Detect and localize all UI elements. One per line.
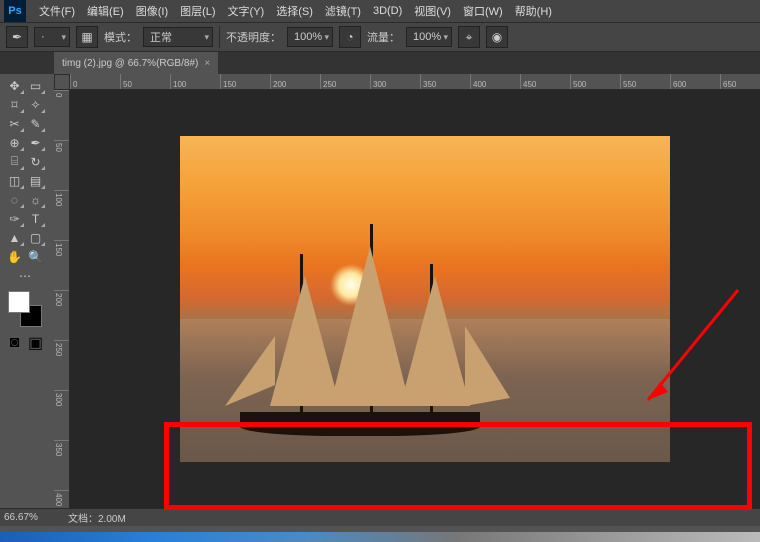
ruler-tick: 450 xyxy=(520,74,570,90)
status-bar: 66.67% 文档：2.00M xyxy=(0,508,760,526)
tool-preset-icon[interactable]: ✒ xyxy=(6,26,28,48)
menu-select[interactable]: 选择(S) xyxy=(271,1,318,21)
doc-info[interactable]: 文档：2.00M xyxy=(62,510,126,525)
marquee-tool[interactable]: ▭ xyxy=(25,76,46,95)
ruler-tick: 500 xyxy=(570,74,620,90)
tab-title: timg (2).jpg @ 66.7%(RGB/8#) xyxy=(62,58,198,69)
menu-image[interactable]: 图像(I) xyxy=(131,1,173,21)
ruler-tick: 550 xyxy=(620,74,670,90)
ruler-tick: 150 xyxy=(54,240,69,290)
hand-tool[interactable]: ✋ xyxy=(4,247,25,266)
menu-3d[interactable]: 3D(D) xyxy=(368,3,407,19)
blur-tool[interactable]: ◌ xyxy=(4,190,25,209)
menu-window[interactable]: 窗口(W) xyxy=(458,1,508,21)
brush-tool[interactable]: ✒ xyxy=(25,133,46,152)
close-tab-icon[interactable]: × xyxy=(204,58,210,69)
canvas-area: 0501001502002503003504004505005506006507… xyxy=(54,74,760,522)
quick-mask-icon[interactable]: ◙ xyxy=(4,333,25,352)
ruler-tick: 50 xyxy=(120,74,170,90)
lasso-tool[interactable]: ⌑ xyxy=(4,95,25,114)
brush-panel-icon[interactable]: ▦ xyxy=(76,26,98,48)
ruler-tick: 250 xyxy=(54,340,69,390)
pressure-size-icon[interactable]: ◉ xyxy=(486,26,508,48)
pressure-opacity-icon[interactable]: ◔ xyxy=(339,26,361,48)
opacity-label: 不透明度： xyxy=(226,29,281,45)
menu-file[interactable]: 文件(F) xyxy=(34,1,80,21)
color-swatches[interactable] xyxy=(6,289,44,329)
ruler-horizontal[interactable]: 0501001502002503003504004505005506006507… xyxy=(70,74,760,90)
ruler-tick: 300 xyxy=(370,74,420,90)
ruler-tick: 100 xyxy=(170,74,220,90)
menu-layer[interactable]: 图层(L) xyxy=(175,1,220,21)
eyedropper-tool[interactable]: ✎ xyxy=(25,114,46,133)
ruler-origin[interactable] xyxy=(54,74,70,90)
path-select-tool[interactable]: ▲ xyxy=(4,228,25,247)
mode-label: 模式： xyxy=(104,29,137,45)
ruler-tick: 400 xyxy=(470,74,520,90)
zoom-tool[interactable]: 🔍 xyxy=(25,247,46,266)
ruler-tick: 150 xyxy=(220,74,270,90)
move-tool[interactable]: ✥ xyxy=(4,76,25,95)
ruler-tick: 50 xyxy=(54,140,69,190)
separator xyxy=(219,26,220,48)
ruler-tick: 0 xyxy=(70,74,120,90)
menu-edit[interactable]: 编辑(E) xyxy=(82,1,129,21)
ruler-tick: 200 xyxy=(54,290,69,340)
dodge-tool[interactable]: ☼ xyxy=(25,190,46,209)
tools-panel: ✥ ▭ ⌑ ✧ ✂ ✎ ⊕ ✒ ⌸ ↻ ◫ ▤ ◌ ☼ ✑ T ▲ ▢ ✋ 🔍 … xyxy=(2,74,48,354)
crop-tool[interactable]: ✂ xyxy=(4,114,25,133)
menu-type[interactable]: 文字(Y) xyxy=(223,1,270,21)
ruler-tick: 200 xyxy=(270,74,320,90)
flow-dropdown[interactable]: 100% xyxy=(406,27,452,47)
ruler-tick: 350 xyxy=(420,74,470,90)
menu-filter[interactable]: 滤镜(T) xyxy=(320,1,366,21)
foreground-color[interactable] xyxy=(8,291,30,313)
brush-preset-picker[interactable]: · xyxy=(34,27,70,47)
image-content xyxy=(220,216,620,436)
edit-toolbar-icon[interactable]: ⋯ xyxy=(4,266,46,285)
gradient-tool[interactable]: ▤ xyxy=(25,171,46,190)
pen-tool[interactable]: ✑ xyxy=(4,209,25,228)
document-canvas[interactable] xyxy=(180,136,670,462)
eraser-tool[interactable]: ◫ xyxy=(4,171,25,190)
ruler-tick: 250 xyxy=(320,74,370,90)
mode-dropdown[interactable]: 正常 xyxy=(143,27,213,47)
flow-label: 流量： xyxy=(367,29,400,45)
wand-tool[interactable]: ✧ xyxy=(25,95,46,114)
document-tab-bar: timg (2).jpg @ 66.7%(RGB/8#) × xyxy=(0,52,760,74)
ruler-tick: 350 xyxy=(54,440,69,490)
stamp-tool[interactable]: ⌸ xyxy=(4,152,25,171)
menu-help[interactable]: 帮助(H) xyxy=(510,1,557,21)
heal-tool[interactable]: ⊕ xyxy=(4,133,25,152)
app-logo: Ps xyxy=(4,0,26,22)
os-taskbar[interactable] xyxy=(0,532,760,542)
opacity-dropdown[interactable]: 100% xyxy=(287,27,333,47)
ruler-tick: 650 xyxy=(720,74,760,90)
menu-bar: Ps 文件(F) 编辑(E) 图像(I) 图层(L) 文字(Y) 选择(S) 滤… xyxy=(0,0,760,22)
ruler-vertical[interactable]: 050100150200250300350400450500550600 xyxy=(54,90,70,522)
screen-mode-icon[interactable]: ▣ xyxy=(25,333,46,352)
document-tab[interactable]: timg (2).jpg @ 66.7%(RGB/8#) × xyxy=(54,52,218,74)
ruler-tick: 600 xyxy=(670,74,720,90)
ruler-tick: 100 xyxy=(54,190,69,240)
shape-tool[interactable]: ▢ xyxy=(25,228,46,247)
history-brush-tool[interactable]: ↻ xyxy=(25,152,46,171)
ruler-tick: 300 xyxy=(54,390,69,440)
ruler-tick: 0 xyxy=(54,90,69,140)
type-tool[interactable]: T xyxy=(25,209,46,228)
zoom-level[interactable]: 66.67% xyxy=(0,512,62,523)
options-bar: ✒ · ▦ 模式： 正常 不透明度： 100% ◔ 流量： 100% ⌖ ◉ xyxy=(0,22,760,52)
airbrush-icon[interactable]: ⌖ xyxy=(458,26,480,48)
menu-view[interactable]: 视图(V) xyxy=(409,1,456,21)
